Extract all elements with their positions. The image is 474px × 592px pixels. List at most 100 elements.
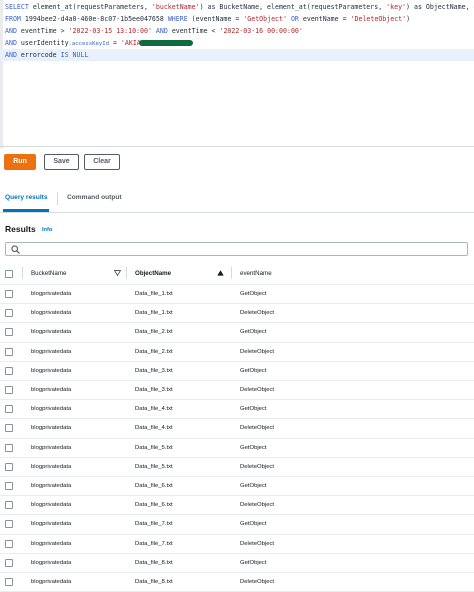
cell-eventname: GetObject — [240, 406, 267, 413]
column-divider — [22, 267, 23, 279]
cell-eventname: GetObject — [240, 559, 267, 566]
table-row[interactable]: blogprivatedata Data_file_5.txt DeleteObje… — [0, 458, 474, 477]
sql-editor[interactable]: SELECT element_at(requestParameters, 'bu… — [0, 0, 474, 148]
row-checkbox[interactable] — [5, 520, 13, 529]
save-button[interactable]: Save — [44, 154, 79, 170]
editor-line-1: SELECT element_at(requestParameters, 'bu… — [5, 3, 474, 11]
tab-query-results[interactable]: Query results — [5, 194, 48, 201]
cell-bucketname: blogprivatedata — [31, 502, 72, 509]
info-link[interactable]: Info — [42, 227, 52, 233]
table-row[interactable]: blogprivatedata Data_file_7.txt GetObject — [0, 515, 474, 535]
cell-bucketname: blogprivatedata — [31, 444, 72, 451]
row-checkbox[interactable] — [5, 462, 13, 471]
row-checkbox[interactable] — [5, 578, 13, 586]
cell-eventname: GetObject — [240, 521, 267, 528]
cell-objectname: Data_file_8.txt — [135, 559, 173, 566]
caret-down-icon[interactable] — [114, 270, 121, 276]
cell-eventname: GetObject — [240, 329, 267, 336]
cell-bucketname: blogprivatedata — [31, 463, 72, 470]
row-checkbox[interactable] — [5, 290, 13, 298]
cell-bucketname: blogprivatedata — [31, 579, 72, 585]
result-tabs: Query results Command output — [0, 186, 474, 213]
results-search-box[interactable] — [5, 242, 468, 256]
row-checkbox[interactable] — [5, 443, 13, 452]
cell-bucketname: blogprivatedata — [31, 540, 72, 547]
row-checkbox[interactable] — [5, 558, 13, 567]
tab-divider — [57, 192, 58, 205]
select-all-checkbox[interactable] — [5, 270, 13, 278]
cell-objectname: Data_file_2.txt — [135, 348, 173, 355]
redacted-key-mark — [138, 40, 193, 46]
cell-objectname: Data_file_5.txt — [135, 463, 173, 470]
editor-divider — [0, 146, 474, 147]
cell-objectname: Data_file_4.txt — [135, 425, 173, 432]
row-checkbox[interactable] — [5, 386, 13, 394]
cell-bucketname: blogprivatedata — [31, 425, 72, 432]
editor-line-5: AND errorcode IS NULL — [0, 49, 474, 61]
table-row[interactable]: blogprivatedata Data_file_8.txt DeleteObje… — [0, 573, 474, 592]
cell-eventname: DeleteObject — [240, 425, 275, 432]
cell-eventname: DeleteObject — [240, 540, 275, 547]
row-checkbox[interactable] — [5, 347, 13, 356]
tab-command-output[interactable]: Command output — [67, 194, 122, 201]
table-row[interactable]: blogprivatedata Data_file_7.txt DeleteObje… — [0, 535, 474, 554]
search-input[interactable] — [22, 244, 462, 254]
row-checkbox[interactable] — [5, 405, 13, 414]
cell-eventname: DeleteObject — [240, 348, 275, 355]
table-row[interactable]: blogprivatedata Data_file_2.txt GetObject — [0, 323, 474, 343]
run-button[interactable]: Run — [4, 154, 36, 170]
row-checkbox[interactable] — [5, 424, 13, 433]
table-row[interactable]: blogprivatedata Data_file_4.txt GetObject — [0, 400, 474, 420]
cell-objectname: Data_file_7.txt — [135, 521, 173, 528]
table-row[interactable]: blogprivatedata Data_file_1.txt DeleteObje… — [0, 304, 474, 324]
row-checkbox[interactable] — [5, 366, 13, 375]
cell-objectname: Data_file_6.txt — [135, 483, 173, 489]
column-divider — [231, 267, 232, 279]
cell-objectname: Data_file_6.txt — [135, 502, 173, 509]
cell-eventname: GetObject — [240, 444, 267, 451]
search-icon — [11, 245, 20, 254]
table-row[interactable]: blogprivatedata Data_file_5.txt GetObject — [0, 439, 474, 458]
clear-button[interactable]: Clear — [84, 154, 120, 170]
table-row[interactable]: blogprivatedata Data_file_6.txt GetObject — [0, 477, 474, 497]
cell-bucketname: blogprivatedata — [31, 559, 72, 566]
cell-eventname: GetObject — [240, 483, 267, 489]
table-row[interactable]: blogprivatedata Data_file_3.txt GetObject — [0, 362, 474, 381]
cell-bucketname: blogprivatedata — [31, 310, 72, 317]
active-tab-indicator — [3, 209, 49, 212]
table-row[interactable]: blogprivatedata Data_file_1.txt GetObject — [0, 285, 474, 305]
table-row[interactable]: blogprivatedata Data_file_6.txt DeleteObje… — [0, 496, 474, 516]
row-checkbox[interactable] — [5, 309, 13, 318]
column-divider — [126, 267, 127, 279]
results-heading: Results — [5, 224, 36, 234]
column-header-objectname[interactable]: ObjectName — [135, 270, 171, 277]
cell-eventname: GetObject — [240, 291, 267, 297]
cell-bucketname: blogprivatedata — [31, 329, 72, 336]
cell-objectname: Data_file_4.txt — [135, 406, 173, 413]
row-checkbox[interactable] — [5, 482, 13, 490]
column-header-bucketname[interactable]: BucketName — [31, 270, 66, 277]
cell-eventname: GetObject — [240, 367, 267, 374]
cell-objectname: Data_file_2.txt — [135, 329, 173, 336]
cell-eventname: DeleteObject — [240, 463, 275, 470]
cell-objectname: Data_file_1.txt — [135, 310, 173, 317]
column-header-eventname[interactable]: eventName — [240, 270, 272, 277]
row-checkbox[interactable] — [5, 501, 13, 510]
cell-eventname: DeleteObject — [240, 502, 275, 509]
cell-bucketname: blogprivatedata — [31, 406, 72, 413]
cell-eventname: DeleteObject — [240, 387, 275, 393]
row-checkbox[interactable] — [5, 539, 13, 548]
cell-eventname: DeleteObject — [240, 579, 275, 585]
editor-gutter — [0, 0, 3, 148]
table-row[interactable]: blogprivatedata Data_file_3.txt DeleteObje… — [0, 381, 474, 401]
cell-bucketname: blogprivatedata — [31, 483, 72, 489]
table-row[interactable]: blogprivatedata Data_file_4.txt DeleteObje… — [0, 419, 474, 439]
caret-up-icon[interactable] — [217, 270, 224, 276]
table-row[interactable]: blogprivatedata Data_file_2.txt DeleteObje… — [0, 343, 474, 362]
editor-line-2: FROM 1994bee2-d4a0-460e-8c07-1b5ee047658… — [5, 15, 411, 23]
row-checkbox[interactable] — [5, 328, 13, 337]
cell-bucketname: blogprivatedata — [31, 521, 72, 528]
cell-objectname: Data_file_8.txt — [135, 579, 173, 585]
table-row[interactable]: blogprivatedata Data_file_8.txt GetObject — [0, 554, 474, 573]
cell-objectname: Data_file_5.txt — [135, 444, 173, 451]
